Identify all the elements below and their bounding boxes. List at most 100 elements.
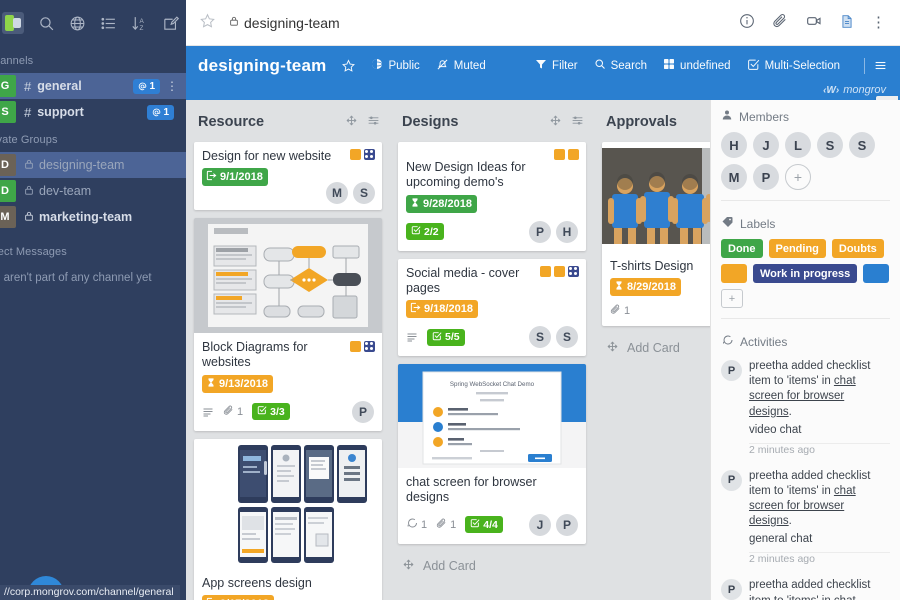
add-card-button-designs[interactable]: Add Card: [398, 552, 586, 580]
board-card[interactable]: Social media - cover pages 9/18/2018 5/5…: [398, 258, 586, 356]
star-icon[interactable]: [200, 13, 215, 33]
board-card[interactable]: Design for new website 9/1/2018 M S: [194, 142, 382, 210]
list-options-icon[interactable]: [367, 114, 380, 130]
avatar: G: [0, 75, 16, 97]
label-chip[interactable]: Doubts: [831, 239, 884, 258]
card-avatars: P: [352, 400, 374, 423]
board-card[interactable]: Block Diagrams for websites 9/13/2018 1 …: [194, 218, 382, 431]
lock-icon: [24, 158, 34, 173]
filter-button[interactable]: Filter: [535, 58, 578, 73]
avatar[interactable]: P: [556, 513, 578, 536]
direct-messages-empty-text: u aren't part of any channel yet: [0, 272, 152, 284]
label-chip: [554, 149, 565, 160]
tag-icon: [721, 216, 734, 231]
kebab-menu-icon[interactable]: ⋮: [871, 15, 886, 30]
sort-icon[interactable]: AZ: [131, 15, 148, 32]
document-icon[interactable]: [840, 13, 854, 33]
hourglass-icon: [614, 280, 624, 294]
add-card-label: Add Card: [423, 558, 476, 573]
paperclip-icon: [436, 518, 447, 532]
board-card[interactable]: App screens design 9/17/2018: [194, 438, 382, 600]
label-chip[interactable]: Done: [721, 239, 763, 258]
activity-user: preetha: [749, 469, 789, 482]
compose-icon[interactable]: [162, 15, 179, 32]
arrow-in-box-icon: [206, 170, 217, 184]
activity-item[interactable]: P preetha added checklist item to 'items…: [711, 465, 900, 530]
avatar[interactable]: P: [352, 400, 374, 423]
avatar[interactable]: P: [529, 220, 551, 243]
add-icon[interactable]: [549, 114, 562, 130]
card-label-chips: [350, 341, 375, 352]
board-mute-button[interactable]: Muted: [436, 58, 486, 74]
board-card[interactable]: New Design Ideas for upcoming demo's 9/2…: [398, 142, 586, 251]
video-camera-icon[interactable]: [805, 13, 823, 32]
card-avatars: J P: [529, 513, 578, 536]
activity-item[interactable]: P preetha added checklist item to 'items…: [711, 574, 900, 600]
hamburger-icon[interactable]: [873, 59, 888, 72]
sidebar-item-general[interactable]: G # general 1 ⋮: [0, 73, 186, 99]
add-icon[interactable]: [345, 114, 358, 130]
avatar[interactable]: M: [326, 182, 348, 204]
mention-count: 1: [149, 80, 155, 92]
member-avatar[interactable]: S: [817, 132, 843, 158]
app-logo[interactable]: [2, 12, 24, 34]
activity-detail: general chat: [749, 533, 813, 546]
divider: [721, 318, 890, 319]
board-card[interactable]: Spring WebSocket Chat Demo chat screen f…: [398, 364, 586, 544]
grid-icon: [663, 58, 675, 73]
label-chip[interactable]: Work in progress: [753, 264, 858, 283]
add-label-button[interactable]: +: [721, 289, 743, 308]
activity-user: preetha: [749, 360, 789, 372]
member-avatar[interactable]: H: [721, 132, 747, 158]
board-visibility-button[interactable]: Public: [371, 58, 420, 73]
avatar[interactable]: H: [556, 220, 578, 243]
sidebar-item-label: dev-team: [39, 184, 92, 198]
label-chip[interactable]: Pending: [768, 239, 826, 258]
info-icon[interactable]: [739, 13, 755, 32]
avatar: S: [0, 101, 16, 123]
board-title: designing-team: [198, 55, 327, 75]
label-chip[interactable]: [863, 264, 890, 283]
add-member-button[interactable]: +: [785, 164, 811, 190]
add-icon: [402, 558, 415, 574]
description-icon: [406, 331, 418, 343]
multi-selection-label: Multi-Selection: [764, 59, 840, 72]
avatar[interactable]: S: [529, 326, 551, 348]
label-chip[interactable]: [721, 264, 747, 283]
grid-view-button[interactable]: undefined: [663, 58, 731, 73]
board-star-button[interactable]: [342, 59, 356, 72]
paperclip-icon: [223, 405, 234, 419]
member-avatar[interactable]: J: [753, 132, 779, 158]
avatar: P: [721, 360, 742, 381]
labels-title: Labels: [740, 216, 776, 231]
kebab-menu-icon[interactable]: ⋮: [166, 79, 178, 93]
list-icon[interactable]: [100, 15, 117, 32]
divider: [721, 200, 890, 201]
members-section-header: Members: [711, 100, 900, 130]
member-avatar[interactable]: P: [753, 164, 779, 190]
search-icon[interactable]: [38, 15, 55, 32]
member-avatar[interactable]: L: [785, 132, 811, 158]
member-avatar[interactable]: S: [849, 132, 875, 158]
paperclip-icon[interactable]: [772, 13, 788, 32]
add-card-label: Add Card: [627, 341, 680, 356]
checklist-badge: 4/4: [465, 516, 503, 533]
sidebar-item-dev-team[interactable]: D dev-team: [0, 178, 186, 204]
sidebar-item-designing-team[interactable]: D designing-team: [0, 152, 186, 178]
activity-item[interactable]: P preetha added checklist item to 'items…: [711, 355, 900, 420]
multi-selection-button[interactable]: Multi-Selection: [747, 58, 840, 74]
search-button[interactable]: Search: [594, 58, 647, 73]
lock-icon: [24, 184, 34, 199]
avatar[interactable]: J: [529, 513, 551, 536]
avatar[interactable]: S: [556, 326, 578, 348]
attachment-count: 1: [223, 405, 243, 419]
grid-view-label: undefined: [680, 59, 731, 72]
sidebar-item-support[interactable]: S # support 1: [0, 99, 186, 125]
member-avatar[interactable]: M: [721, 164, 747, 190]
globe-icon[interactable]: [69, 15, 86, 32]
list-options-icon[interactable]: [571, 114, 584, 130]
sidebar-item-marketing-team[interactable]: M marketing-team: [0, 204, 186, 230]
comment-icon: [721, 334, 734, 349]
avatar[interactable]: S: [353, 182, 375, 204]
person-icon: [721, 109, 733, 124]
